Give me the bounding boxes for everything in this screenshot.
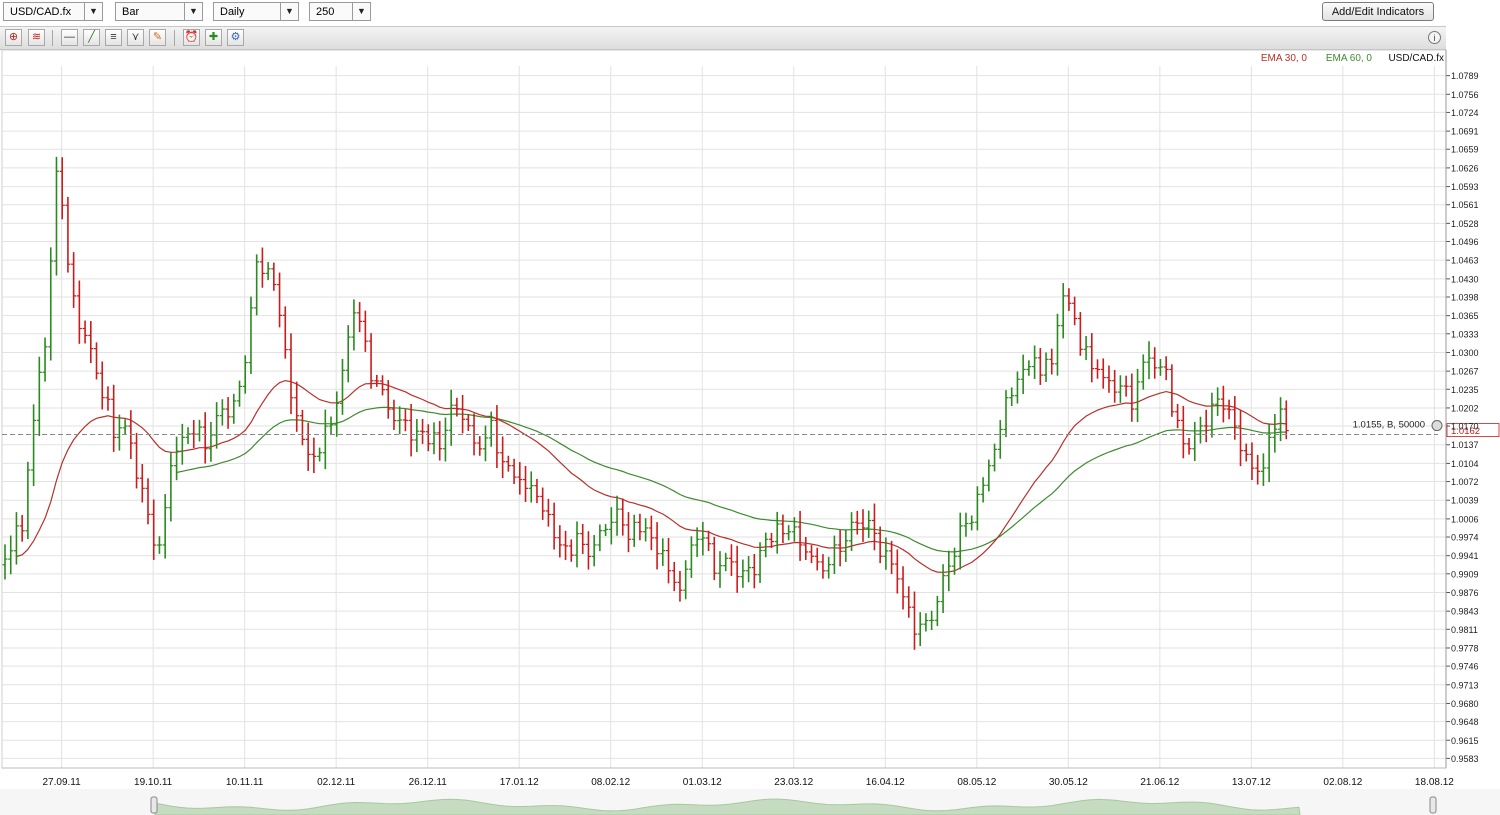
- y-tick-label: 1.0561: [1451, 200, 1479, 210]
- chart-legend: EMA 30, 0 EMA 60, 0 USD/CAD.fx: [1261, 53, 1444, 64]
- y-tick-label: 1.0039: [1451, 496, 1479, 506]
- y-tick-label: 1.0593: [1451, 182, 1479, 192]
- y-tick-label: 0.9746: [1451, 662, 1479, 672]
- navigator-strip: [0, 789, 1500, 815]
- x-tick-label: 02.08.12: [1323, 777, 1362, 788]
- x-tick-label: 18.08.12: [1415, 777, 1454, 788]
- y-tick-label: 0.9778: [1451, 643, 1479, 653]
- y-tick-label: 1.0756: [1451, 90, 1479, 100]
- x-tick-label: 17.01.12: [500, 777, 539, 788]
- position-label: 1.0155, B, 50000: [1353, 420, 1425, 431]
- y-tick-label: 0.9909: [1451, 569, 1479, 579]
- y-tick-label: 1.0691: [1451, 127, 1479, 137]
- y-tick-label: 0.9811: [1451, 625, 1478, 635]
- y-tick-label: 1.0496: [1451, 237, 1479, 247]
- x-tick-label: 23.03.12: [774, 777, 813, 788]
- y-tick-label: 1.0202: [1451, 403, 1479, 413]
- y-tick-label: 1.0267: [1451, 367, 1479, 377]
- navigator-left-handle[interactable]: [150, 796, 158, 814]
- x-tick-label: 01.03.12: [683, 777, 722, 788]
- y-tick-label: 1.0626: [1451, 163, 1479, 173]
- date-axis: 27.09.11 19.10.11 10.11.11 02.12.11 26.12.11…: [2, 767, 1454, 788]
- y-tick-label: 0.9648: [1451, 717, 1479, 727]
- price-chart[interactable]: 1.0155, B, 500001.0162 1.07891.07561.072…: [0, 0, 1500, 815]
- y-tick-label: 1.0006: [1451, 514, 1479, 524]
- y-tick-label: 1.0137: [1451, 440, 1479, 450]
- y-tick-label: 1.0724: [1451, 108, 1479, 118]
- x-tick-label: 13.07.12: [1232, 777, 1271, 788]
- x-tick-label: 16.04.12: [866, 777, 905, 788]
- y-tick-label: 0.9680: [1451, 699, 1479, 709]
- y-tick-label: 1.0463: [1451, 256, 1479, 266]
- x-tick-label: 08.02.12: [591, 777, 630, 788]
- legend-ema-30: EMA 30, 0: [1261, 53, 1308, 64]
- y-tick-label: 1.0104: [1451, 459, 1479, 469]
- close-position-icon[interactable]: [1431, 420, 1443, 432]
- y-tick-label: 1.0789: [1451, 71, 1479, 81]
- price-axis: 1.0789 1.0756 1.0724 1.0691 1.0659 1.0626 1.05…: [1445, 50, 1479, 768]
- x-tick-label: 02.12.11: [317, 777, 356, 788]
- legend-symbol: USD/CAD.fx: [1388, 53, 1444, 64]
- y-tick-label: 1.0398: [1451, 292, 1479, 302]
- y-tick-label: 1.0430: [1451, 274, 1479, 284]
- y-tick-label: 1.0333: [1451, 329, 1479, 339]
- y-tick-label: 1.0300: [1451, 348, 1479, 358]
- y-tick-label: 0.9941: [1451, 551, 1479, 561]
- y-tick-label: 1.0170: [1451, 422, 1479, 432]
- x-tick-label: 30.05.12: [1049, 777, 1088, 788]
- y-tick-label: 0.9713: [1451, 680, 1479, 690]
- x-tick-label: 10.11.11: [226, 777, 264, 788]
- x-tick-label: 27.09.11: [43, 777, 82, 788]
- legend-ema-60: EMA 60, 0: [1326, 53, 1373, 64]
- y-tick-label: 0.9615: [1451, 736, 1479, 746]
- x-tick-label: 19.10.11: [134, 777, 173, 788]
- y-tick-label: 1.0235: [1451, 385, 1479, 395]
- y-tick-label: 1.0365: [1451, 311, 1479, 321]
- y-tick-label: 0.9876: [1451, 588, 1479, 598]
- y-tick-label: 1.0528: [1451, 219, 1479, 229]
- y-tick-label: 0.9583: [1451, 754, 1479, 764]
- x-tick-label: 26.12.11: [409, 777, 448, 788]
- y-tick-label: 1.0072: [1451, 477, 1479, 487]
- x-tick-label: 08.05.12: [957, 777, 996, 788]
- y-tick-label: 0.9974: [1451, 533, 1479, 543]
- navigator-right-handle[interactable]: [1429, 796, 1437, 814]
- x-tick-label: 21.06.12: [1140, 777, 1179, 788]
- y-tick-label: 0.9843: [1451, 607, 1479, 617]
- y-tick-label: 1.0659: [1451, 145, 1479, 155]
